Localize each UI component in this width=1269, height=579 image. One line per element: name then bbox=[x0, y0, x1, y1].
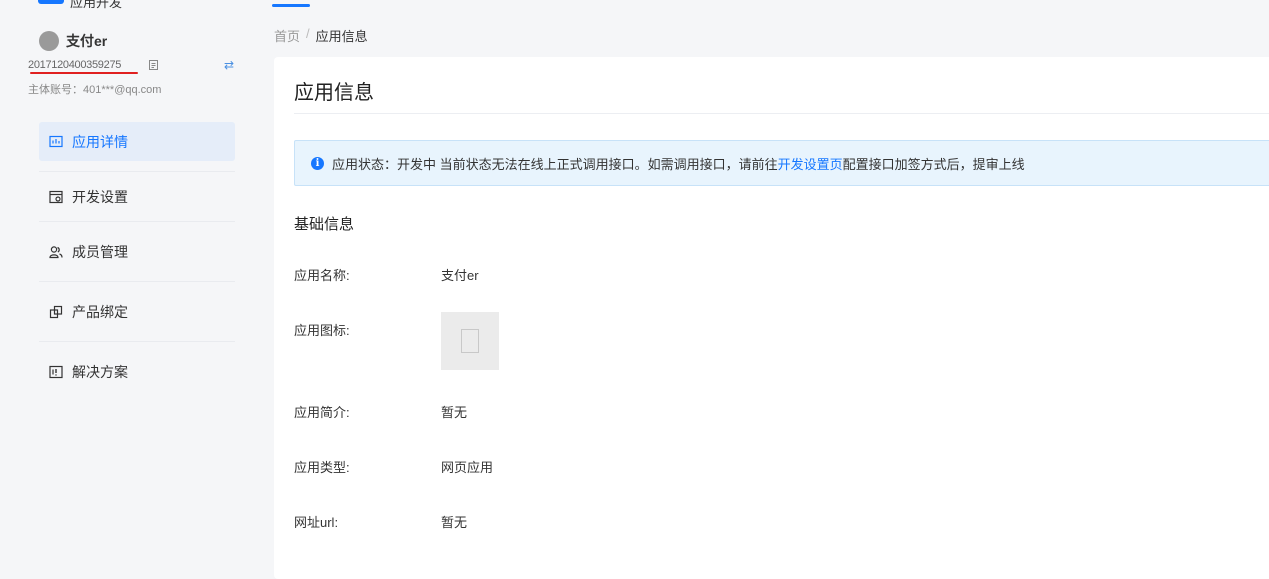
sidebar-item-label: 产品绑定 bbox=[72, 303, 128, 320]
sidebar-item-dev-settings[interactable]: 开发设置 bbox=[39, 172, 235, 222]
sidebar-item-product-binding[interactable]: 产品绑定 bbox=[39, 282, 235, 342]
sidebar-nav: 应用详情 开发设置 成员管理 产品绑定 解决方案 bbox=[39, 122, 235, 402]
field-value-url: 暂无 bbox=[441, 515, 468, 530]
field-label-app-type: 应用类型: bbox=[294, 460, 350, 475]
field-label-app-icon: 应用图标: bbox=[294, 323, 350, 338]
app-id: 2017120400359275 bbox=[28, 59, 122, 71]
app-name: 支付er bbox=[66, 33, 108, 49]
dashboard-icon bbox=[49, 135, 63, 147]
sidebar-item-label: 开发设置 bbox=[72, 188, 128, 205]
sidebar: 支付er 2017120400359275 ⇄ 主体账号：401***@qq.c… bbox=[0, 0, 262, 579]
switch-app-icon[interactable]: ⇄ bbox=[224, 58, 234, 72]
sidebar-item-label: 成员管理 bbox=[72, 243, 128, 260]
dev-settings-link[interactable]: 开发设置页 bbox=[778, 154, 843, 173]
image-placeholder-icon bbox=[461, 329, 479, 353]
field-label-app-name: 应用名称: bbox=[294, 268, 350, 283]
divider bbox=[294, 113, 1269, 114]
copy-icon[interactable] bbox=[148, 60, 159, 71]
field-value-app-intro: 暂无 bbox=[441, 405, 468, 420]
section-title: 基础信息 bbox=[294, 216, 355, 233]
solution-icon bbox=[49, 365, 63, 379]
main-panel: 应用信息 i 应用状态：开发中 当前状态无法在线上正式调用接口。如需调用接口，请… bbox=[274, 57, 1269, 579]
sidebar-item-app-details[interactable]: 应用详情 bbox=[39, 122, 235, 161]
sidebar-item-members[interactable]: 成员管理 bbox=[39, 222, 235, 282]
breadcrumb-current: 应用信息 bbox=[315, 29, 368, 44]
account-info: 主体账号：401***@qq.com bbox=[28, 84, 162, 96]
status-alert: i 应用状态：开发中 当前状态无法在线上正式调用接口。如需调用接口，请前往 开发… bbox=[294, 140, 1269, 186]
info-icon: i bbox=[311, 156, 324, 170]
page-title: 应用信息 bbox=[294, 82, 374, 104]
app-id-row: 2017120400359275 bbox=[28, 59, 238, 71]
app-header: 支付er bbox=[39, 31, 107, 51]
breadcrumb-home-link[interactable]: 首页 bbox=[274, 26, 300, 45]
product-link-icon bbox=[49, 305, 63, 318]
active-tab-indicator bbox=[272, 4, 310, 7]
sidebar-item-label: 解决方案 bbox=[72, 364, 128, 380]
alert-text-suffix: 配置接口加签方式后，提审上线 bbox=[842, 156, 1025, 172]
breadcrumb-separator: / bbox=[306, 26, 310, 41]
sidebar-item-label: 应用详情 bbox=[72, 133, 128, 150]
breadcrumb: 首页 / 应用信息 bbox=[274, 26, 368, 45]
alert-text-prefix: 应用状态：开发中 当前状态无法在线上正式调用接口。如需调用接口，请前往 bbox=[332, 156, 778, 172]
annotation-underline bbox=[30, 72, 138, 74]
members-icon bbox=[49, 245, 63, 258]
app-avatar bbox=[39, 31, 59, 51]
field-value-app-name: 支付er bbox=[441, 268, 479, 283]
field-label-url: 网址url: bbox=[294, 515, 339, 530]
sidebar-item-solutions[interactable]: 解决方案 bbox=[39, 342, 235, 402]
field-label-app-intro: 应用简介: bbox=[294, 405, 350, 420]
field-value-app-type: 网页应用 bbox=[441, 460, 494, 475]
app-icon-image bbox=[441, 312, 499, 370]
settings-browser-icon bbox=[49, 190, 63, 203]
